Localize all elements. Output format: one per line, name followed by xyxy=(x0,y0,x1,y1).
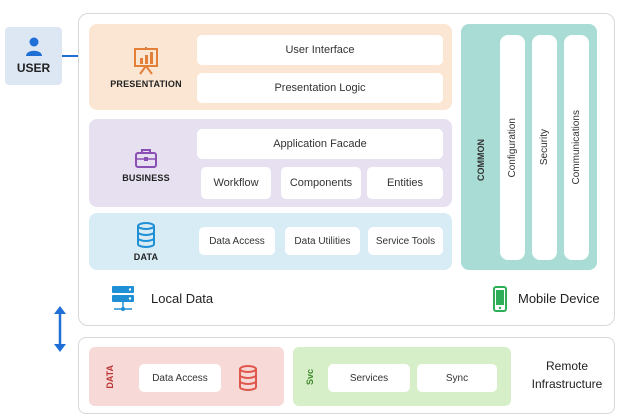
remote-title-line1: Remote xyxy=(545,359,589,373)
remote-database-icon xyxy=(239,365,257,391)
local-data-label: Local Data xyxy=(151,291,214,306)
user-actor: USER xyxy=(5,27,62,85)
remote-data-label: DATA xyxy=(103,359,117,395)
mobile-device-label: Mobile Device xyxy=(518,291,600,306)
configuration-label: Configuration xyxy=(507,117,518,178)
data-utilities-box: Data Utilities xyxy=(285,227,360,255)
configuration-pill: Configuration xyxy=(500,35,525,260)
remote-infrastructure-title: Remote Infrastructure xyxy=(519,357,615,393)
briefcase-icon xyxy=(135,149,157,168)
data-label: DATA xyxy=(133,252,159,262)
security-pill: Security xyxy=(532,35,557,260)
remote-data-label-text: DATA xyxy=(105,365,115,389)
workflow-box: Workflow xyxy=(201,167,271,199)
business-header: BUSINESS xyxy=(101,140,191,190)
sync-box: Sync xyxy=(417,364,497,392)
presentation-label: PRESENTATION xyxy=(110,79,182,89)
common-label-text: COMMON xyxy=(476,139,486,181)
communications-pill: Communications xyxy=(564,35,589,260)
mobile-phone-icon xyxy=(493,286,507,312)
server-icon xyxy=(112,286,134,311)
data-header: DATA xyxy=(101,218,191,266)
presentation-header: PRESENTATION xyxy=(101,40,191,96)
database-icon xyxy=(137,222,155,248)
user-label: USER xyxy=(16,61,51,75)
application-facade-box: Application Facade xyxy=(197,129,443,159)
data-access-box: Data Access xyxy=(199,227,275,255)
entities-box: Entities xyxy=(367,167,443,199)
remote-data-access-box: Data Access xyxy=(139,364,221,392)
service-tools-box: Service Tools xyxy=(368,227,443,255)
business-label: BUSINESS xyxy=(122,173,170,183)
remote-title-line2: Infrastructure xyxy=(531,377,603,391)
common-label: COMMON xyxy=(470,130,492,190)
presentation-logic-box: Presentation Logic xyxy=(197,73,443,103)
remote-svc-label: Svc xyxy=(303,362,317,392)
user-interface-box: User Interface xyxy=(197,35,443,65)
services-box: Services xyxy=(328,364,410,392)
sync-double-arrow-icon xyxy=(54,306,66,352)
presentation-board-icon xyxy=(134,47,158,75)
security-label: Security xyxy=(539,129,550,166)
user-icon xyxy=(25,37,42,56)
communications-label: Communications xyxy=(571,110,582,185)
remote-svc-label-text: Svc xyxy=(305,368,315,385)
components-box: Components xyxy=(281,167,361,199)
